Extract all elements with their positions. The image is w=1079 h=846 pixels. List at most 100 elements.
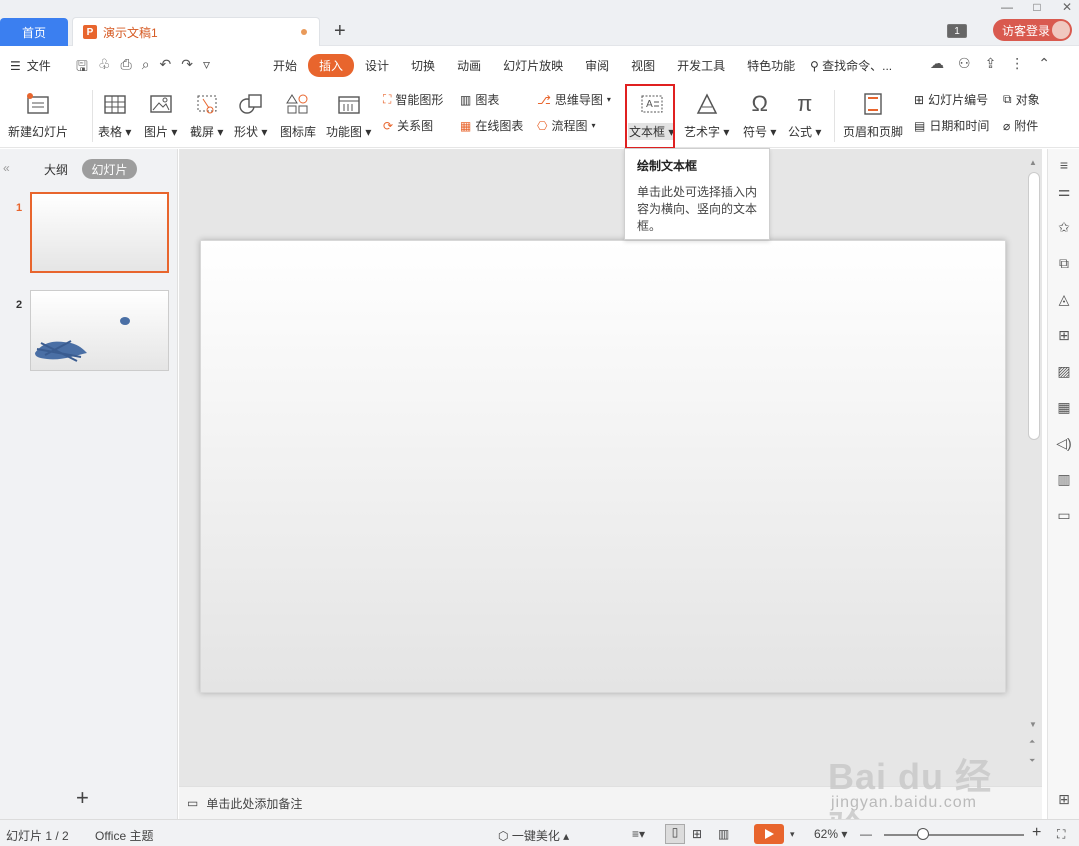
animation-icon[interactable]: ✩: [1056, 219, 1072, 235]
theme-name[interactable]: Office 主题: [95, 827, 153, 844]
new-slide-button[interactable]: 新建幻灯片: [8, 90, 68, 140]
outline-tab[interactable]: 大纲: [44, 161, 68, 178]
audio-icon[interactable]: ◁): [1056, 435, 1072, 451]
smart-art-button[interactable]: ⛶ 智能图形: [383, 91, 443, 108]
object-label: 对象: [1015, 93, 1040, 107]
slide-thumbnail-2[interactable]: [30, 290, 169, 371]
comment-icon: ▭: [187, 796, 199, 810]
print-icon[interactable]: ⎙: [121, 56, 132, 80]
command-search[interactable]: ⚲ 查找命令、...: [810, 57, 892, 74]
tab-design[interactable]: 设计: [354, 54, 400, 77]
header-footer-button[interactable]: 页眉和页脚: [843, 90, 903, 140]
scroll-down-icon[interactable]: ▼: [1029, 720, 1037, 729]
icon-library-button[interactable]: 图标库: [280, 90, 316, 140]
reading-view-icon[interactable]: ▥: [718, 827, 729, 841]
zoom-out-icon[interactable]: —: [860, 827, 872, 841]
file-menu[interactable]: ☰ 文件: [10, 57, 51, 74]
tab-review[interactable]: 审阅: [574, 54, 620, 77]
tab-insert[interactable]: 插入: [308, 54, 355, 77]
tab-view[interactable]: 视图: [620, 54, 666, 77]
chart-button[interactable]: ▥ 图表: [460, 91, 499, 108]
tab-start[interactable]: 开始: [262, 54, 308, 77]
sidebar-collapse-icon[interactable]: ≡: [1056, 157, 1072, 173]
redo-icon[interactable]: ↷: [181, 56, 193, 80]
properties-icon[interactable]: ⚌: [1056, 183, 1072, 199]
window-controls: — □ ✕: [1001, 0, 1073, 14]
online-chart-button[interactable]: ▦ 在线图表: [460, 117, 523, 134]
chevron-down-icon: ▾: [591, 121, 596, 130]
tab-developer[interactable]: 开发工具: [666, 54, 736, 77]
tab-special[interactable]: 特色功能: [736, 54, 806, 77]
slides-tab[interactable]: 幻灯片: [82, 159, 137, 179]
home-tab[interactable]: 首页: [0, 18, 68, 46]
tab-transition[interactable]: 切换: [400, 54, 446, 77]
command-search-text: 查找命令、...: [822, 59, 893, 73]
relation-chart-button[interactable]: ⟳ 关系图: [383, 117, 433, 134]
shape-button[interactable]: 形状 ▾: [234, 90, 267, 140]
collapse-panel-icon[interactable]: «: [3, 161, 10, 175]
slide-number-button[interactable]: ⊞ 幻灯片编号: [914, 91, 988, 108]
cloud-icon[interactable]: ☁: [930, 55, 944, 72]
table-button[interactable]: 表格 ▾: [98, 90, 131, 140]
collapse-ribbon-icon[interactable]: ⌃: [1038, 55, 1050, 72]
mind-map-button[interactable]: ⎇ 思维导图 ▾: [537, 91, 611, 108]
play-slideshow-button[interactable]: [754, 824, 784, 844]
format-painter-icon[interactable]: ♧: [98, 56, 111, 80]
add-slide-button[interactable]: +: [76, 785, 89, 811]
print-preview-icon[interactable]: ⌕: [142, 56, 150, 80]
new-tab-button[interactable]: +: [334, 20, 346, 43]
transition-icon[interactable]: ⧉: [1056, 255, 1072, 271]
close-icon[interactable]: ✕: [1061, 0, 1073, 14]
scroll-up-icon[interactable]: ▲: [1029, 158, 1037, 167]
picture-button[interactable]: 图片 ▾: [144, 90, 177, 140]
notes-bar[interactable]: ▭ 单击此处添加备注: [179, 786, 1042, 819]
function-chart-button[interactable]: 功能图 ▾: [326, 90, 371, 140]
save-icon[interactable]: 🖫: [76, 56, 88, 80]
datetime-button[interactable]: ▤ 日期和时间: [914, 117, 989, 134]
design-icon[interactable]: ◬: [1056, 291, 1072, 307]
document-tab[interactable]: P 演示文稿1: [72, 17, 320, 46]
window-count-badge[interactable]: 1: [947, 24, 967, 38]
slide-sorter-icon[interactable]: ⊞: [692, 827, 702, 841]
prev-slide-icon[interactable]: ⏶: [1029, 737, 1035, 747]
screenshot-button[interactable]: 截屏 ▾: [190, 90, 223, 140]
slide-canvas[interactable]: [200, 240, 1006, 693]
relation-icon: ⟳: [383, 118, 394, 133]
word-art-button[interactable]: 艺术字 ▾: [684, 90, 729, 140]
more-icon[interactable]: ⋮: [1010, 55, 1024, 72]
fit-window-icon[interactable]: ⛶: [1057, 827, 1065, 842]
avatar: [1052, 21, 1070, 39]
flowchart-button[interactable]: ⎔ 流程图 ▾: [537, 117, 596, 134]
normal-view-icon[interactable]: ▯: [665, 824, 685, 844]
object-button[interactable]: ⧉ 对象: [1003, 91, 1040, 108]
play-dropdown-icon[interactable]: ▾: [790, 829, 795, 840]
apps-grid-icon[interactable]: ⊞: [1056, 791, 1072, 807]
share-icon[interactable]: ⇪: [985, 55, 997, 72]
tab-slideshow[interactable]: 幻灯片放映: [492, 54, 574, 77]
notes-toggle-icon[interactable]: ≡▾: [632, 827, 645, 841]
slide-thumbnail-1[interactable]: [30, 192, 169, 273]
zoom-slider[interactable]: [884, 834, 1024, 836]
visitor-login-button[interactable]: 访客登录: [993, 19, 1072, 41]
vertical-scrollbar[interactable]: [1028, 172, 1040, 440]
minimize-icon[interactable]: —: [1001, 0, 1013, 14]
zoom-level[interactable]: 62% ▾: [814, 827, 847, 841]
layout-grid-icon[interactable]: ⊞: [1056, 327, 1072, 343]
customize-dropdown-icon[interactable]: ▿: [203, 56, 210, 80]
next-slide-icon[interactable]: ⏷: [1029, 756, 1035, 766]
archive-icon[interactable]: ▭: [1056, 507, 1072, 523]
tab-animation[interactable]: 动画: [446, 54, 492, 77]
collaborate-icon[interactable]: ⚇: [958, 55, 971, 72]
symbol-button[interactable]: Ω 符号 ▾: [743, 90, 776, 140]
beautify-button[interactable]: ⬡ 一键美化 ▴: [498, 827, 569, 844]
paperclip-icon: ⌀: [1003, 118, 1011, 133]
chart-side-icon[interactable]: ▥: [1056, 471, 1072, 487]
zoom-slider-knob[interactable]: [917, 828, 929, 840]
zoom-in-icon[interactable]: +: [1032, 824, 1041, 842]
maximize-icon[interactable]: □: [1031, 0, 1043, 14]
table-side-icon[interactable]: ▦: [1056, 399, 1072, 415]
image-icon[interactable]: ▨: [1056, 363, 1072, 379]
attachment-button[interactable]: ⌀ 附件: [1003, 117, 1038, 134]
undo-icon[interactable]: ↶: [160, 56, 172, 80]
formula-button[interactable]: π 公式 ▾: [788, 90, 821, 140]
